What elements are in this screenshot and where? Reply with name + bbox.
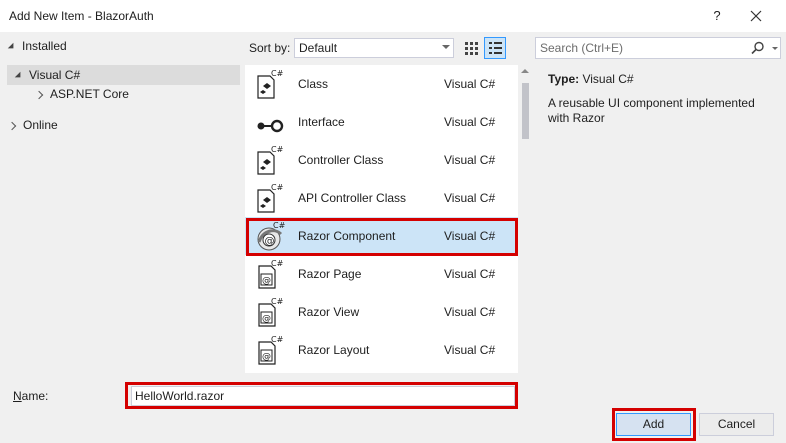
item-name: Class	[298, 77, 329, 91]
item-name: Razor Layout	[298, 343, 370, 357]
tree-item-label: Online	[23, 118, 58, 132]
search-placeholder: Search (Ctrl+E)	[540, 41, 624, 55]
search-options-chevron-icon[interactable]	[772, 47, 778, 50]
interface-icon	[255, 106, 285, 138]
details-description: A reusable UI component implemented with…	[548, 96, 755, 125]
scroll-up-arrow-icon[interactable]	[521, 69, 529, 73]
controller-class-icon: C#	[255, 144, 285, 176]
item-name: Controller Class	[298, 153, 384, 167]
tree-item-label: Visual C#	[29, 68, 81, 82]
razor-layout-icon: C# @	[255, 334, 285, 366]
list-item-interface[interactable]: Interface Visual C#	[245, 103, 519, 141]
svg-text:C#: C#	[271, 145, 284, 154]
item-language: Visual C#	[444, 191, 496, 205]
close-icon	[750, 10, 762, 22]
file-icon: C#	[255, 372, 285, 373]
tree-item-online[interactable]: Online	[7, 116, 58, 134]
sort-by-label: Sort by:	[249, 41, 291, 55]
item-language: Visual C#	[444, 267, 496, 281]
search-input[interactable]: Search (Ctrl+E)	[535, 37, 781, 59]
tree-item-label: ASP.NET Core	[50, 87, 129, 101]
list-item-api-controller-class[interactable]: C# API Controller Class Visual C#	[245, 179, 519, 217]
svg-text:C#: C#	[271, 183, 284, 192]
scrollbar-thumb[interactable]	[522, 83, 529, 139]
list-scrollbar[interactable]	[518, 65, 533, 373]
type-value: Visual C#	[582, 72, 634, 86]
svg-text:C#: C#	[271, 335, 284, 344]
item-language: Visual C#	[444, 153, 496, 167]
tree-item-aspnet-core[interactable]: ASP.NET Core	[34, 85, 129, 103]
list-view-icon	[489, 42, 502, 54]
tree-item-label: Installed	[22, 39, 67, 53]
razor-view-icon: C# @	[255, 296, 285, 328]
type-label: Type:	[548, 72, 580, 86]
list-item-partial: C#	[245, 369, 519, 373]
grid-view-button[interactable]	[461, 38, 481, 58]
list-item-razor-layout[interactable]: C# @ Razor Layout Visual C#	[245, 331, 519, 369]
cancel-button[interactable]: Cancel	[699, 413, 774, 436]
window-title: Add New Item - BlazorAuth	[9, 9, 154, 23]
sort-dropdown-value: Default	[299, 41, 338, 55]
item-language: Visual C#	[444, 343, 496, 357]
item-name: Razor Page	[298, 267, 362, 281]
grid-view-icon	[465, 42, 478, 55]
tree-item-visual-csharp[interactable]: Visual C#	[14, 66, 81, 84]
svg-text:C#: C#	[271, 259, 284, 268]
list-view-button[interactable]	[484, 37, 506, 59]
sort-dropdown[interactable]: Default	[294, 38, 454, 58]
list-item-razor-page[interactable]: C# @ Razor Page Visual C#	[245, 255, 519, 293]
razor-page-icon: C# @	[255, 258, 285, 290]
list-item-razor-view[interactable]: C# @ Razor View Visual C#	[245, 293, 519, 331]
add-button[interactable]: Add	[616, 413, 691, 436]
name-label-text: ame:	[21, 389, 49, 403]
api-controller-icon: C#	[255, 182, 285, 214]
details-type: Type: Visual C#	[548, 72, 634, 86]
expanded-arrow-icon	[7, 42, 17, 52]
name-field[interactable]: HelloWorld.razor	[131, 386, 515, 406]
list-item-controller-class[interactable]: C# Controller Class Visual C#	[245, 141, 519, 179]
svg-text:@: @	[262, 352, 271, 362]
svg-text:C#: C#	[271, 69, 284, 78]
item-language: Visual C#	[444, 115, 496, 129]
help-button[interactable]: ?	[707, 6, 727, 26]
name-field-value: HelloWorld.razor	[135, 389, 225, 403]
collapsed-arrow-icon	[7, 121, 17, 131]
name-label: Name:	[13, 389, 48, 403]
close-button[interactable]	[744, 4, 768, 28]
chevron-down-icon	[442, 45, 450, 49]
razor-component-highlight	[246, 218, 518, 256]
item-name: Razor View	[298, 305, 360, 319]
class-file-icon: C#	[255, 68, 285, 100]
item-name: Interface	[298, 115, 345, 129]
expanded-arrow-icon	[14, 71, 24, 81]
item-name: API Controller Class	[298, 191, 407, 205]
title-bar: Add New Item - BlazorAuth ?	[0, 0, 786, 32]
item-language: Visual C#	[444, 305, 496, 319]
collapsed-arrow-icon	[34, 90, 44, 100]
list-item-class[interactable]: C# Class Visual C#	[245, 65, 519, 103]
item-language: Visual C#	[444, 77, 496, 91]
svg-text:@: @	[262, 276, 271, 286]
name-label-mnemonic: N	[13, 389, 22, 403]
search-icon[interactable]	[750, 40, 766, 56]
svg-text:C#: C#	[271, 297, 284, 306]
svg-text:@: @	[262, 314, 271, 324]
tree-item-installed[interactable]: Installed	[7, 37, 67, 55]
